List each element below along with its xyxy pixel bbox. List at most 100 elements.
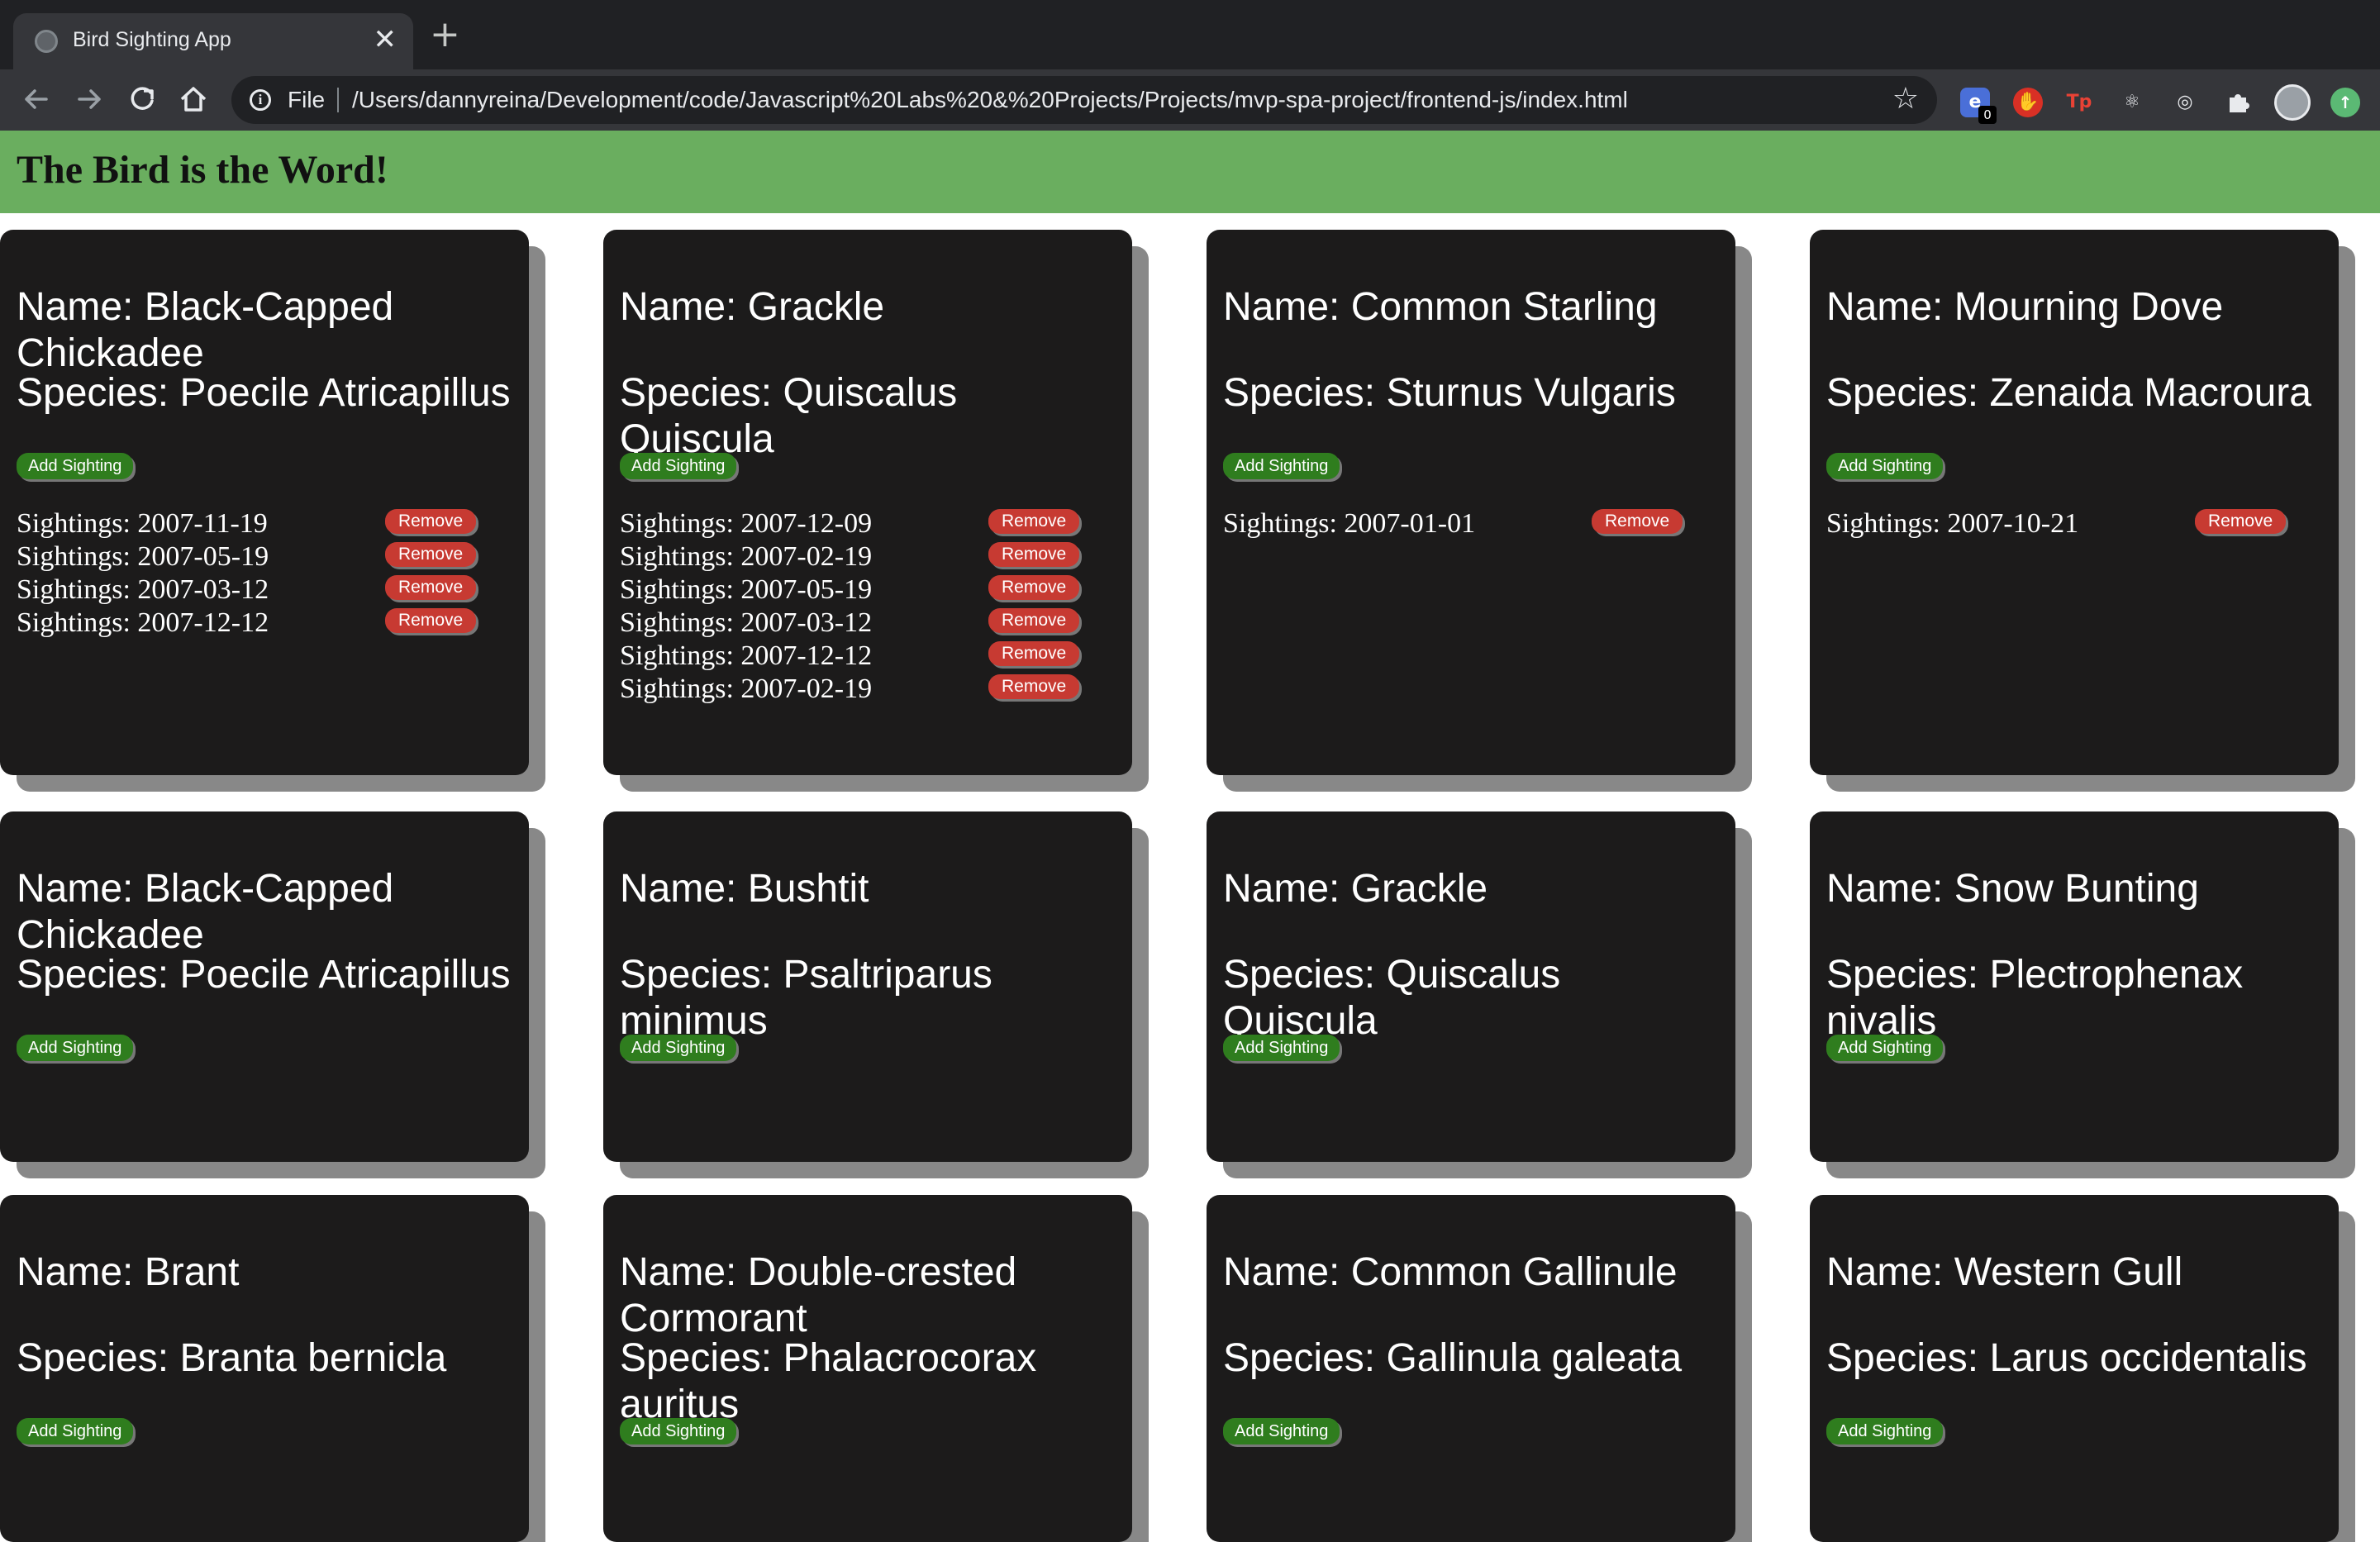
app-header: The Bird is the Word! xyxy=(0,131,2380,213)
add-sighting-button[interactable]: Add Sighting xyxy=(17,1418,134,1444)
remove-sighting-button[interactable]: Remove xyxy=(1592,509,1683,534)
add-sighting-button[interactable]: Add Sighting xyxy=(1826,453,1944,479)
puzzle-extensions-icon[interactable] xyxy=(2223,88,2253,117)
remove-sighting-button[interactable]: Remove xyxy=(385,575,477,600)
bird-card: Name: Common Starling Species: Sturnus Vu… xyxy=(1207,230,1735,775)
profile-avatar[interactable] xyxy=(2274,84,2311,121)
bird-name: Name: Bushtit xyxy=(620,867,869,911)
new-tab-icon[interactable]: + xyxy=(430,17,460,53)
forward-icon[interactable] xyxy=(71,81,107,117)
remove-sighting-button[interactable]: Remove xyxy=(988,674,1080,699)
globe-icon xyxy=(35,30,58,53)
sighting-row: Sightings: 2007-03-12 Remove xyxy=(620,607,1083,640)
sighting-row: Sightings: 2007-12-09 Remove xyxy=(620,507,1083,540)
sighting-date: Sightings: 2007-02-19 xyxy=(620,673,873,704)
back-icon[interactable] xyxy=(18,81,55,117)
bird-species: Species: Quiscalus Quiscula xyxy=(1223,953,1561,1043)
add-sighting-button[interactable]: Add Sighting xyxy=(620,453,737,479)
omnibox-divider xyxy=(337,88,339,112)
remove-sighting-button[interactable]: Remove xyxy=(2195,509,2287,534)
add-sighting-button[interactable]: Add Sighting xyxy=(1223,1418,1340,1444)
bird-species: Species: Zenaida Macroura xyxy=(1826,371,2311,415)
bird-name: Name: Black-Capped Chickadee xyxy=(17,285,394,375)
add-sighting-button[interactable]: Add Sighting xyxy=(620,1418,737,1444)
remove-sighting-button[interactable]: Remove xyxy=(988,509,1080,534)
sighting-date: Sightings: 2007-03-12 xyxy=(620,607,873,638)
bird-name: Name: Brant xyxy=(17,1250,240,1294)
add-sighting-button[interactable]: Add Sighting xyxy=(1223,453,1340,479)
bird-card: Name: Black-Capped Chickadee Species: Poe… xyxy=(0,230,529,775)
address-bar[interactable]: i File /Users/dannyreina/Development/cod… xyxy=(231,76,1937,124)
remove-sighting-button[interactable]: Remove xyxy=(988,542,1080,567)
close-tab-icon[interactable]: ✕ xyxy=(374,21,397,58)
info-icon[interactable]: i xyxy=(250,89,271,111)
bird-species: Species: Psaltriparus minimus xyxy=(620,953,992,1043)
tab-strip: Bird Sighting App ✕ + xyxy=(0,0,2380,69)
bird-name: Name: Common Gallinule xyxy=(1223,1250,1678,1294)
sighting-date: Sightings: 2007-05-19 xyxy=(620,574,873,605)
sighting-date: Sightings: 2007-03-12 xyxy=(17,574,269,605)
add-sighting-button[interactable]: Add Sighting xyxy=(620,1035,737,1061)
sighting-date: Sightings: 2007-10-21 xyxy=(1826,508,2079,539)
bird-species: Species: Larus occidentalis xyxy=(1826,1336,2307,1380)
sighting-row: Sightings: 2007-02-19 Remove xyxy=(620,540,1083,573)
update-arrow-icon[interactable]: ↑ xyxy=(2330,88,2360,117)
sighting-row: Sightings: 2007-12-12 Remove xyxy=(17,607,479,640)
sighting-date: Sightings: 2007-02-19 xyxy=(620,541,873,572)
sighting-row: Sightings: 2007-03-12 Remove xyxy=(17,573,479,607)
remove-sighting-button[interactable]: Remove xyxy=(385,542,477,567)
file-scheme-label: File xyxy=(288,87,326,112)
bird-species: Species: Quiscalus Quiscula xyxy=(620,371,958,461)
bird-species: Species: Poecile Atricapillus xyxy=(17,953,511,997)
reload-icon[interactable] xyxy=(124,81,160,117)
url-text[interactable]: /Users/dannyreina/Development/code/Javas… xyxy=(352,87,1628,113)
bird-name: Name: Mourning Dove xyxy=(1826,285,2224,329)
add-sighting-button[interactable]: Add Sighting xyxy=(1826,1418,1944,1444)
bird-card: Name: Common Gallinule Species: Gallinula… xyxy=(1207,1195,1735,1542)
target-extension-icon[interactable]: ◎ xyxy=(2170,88,2200,117)
sighting-date: Sightings: 2007-12-09 xyxy=(620,508,873,539)
sighting-date: Sightings: 2007-12-12 xyxy=(17,607,269,638)
remove-sighting-button[interactable]: Remove xyxy=(385,608,477,633)
sighting-date: Sightings: 2007-11-19 xyxy=(17,508,268,539)
browser-toolbar: i File /Users/dannyreina/Development/cod… xyxy=(0,69,2380,131)
sighting-date: Sightings: 2007-01-01 xyxy=(1223,508,1476,539)
extension-icon-1[interactable]: e0 xyxy=(1960,88,1997,124)
remove-sighting-button[interactable]: Remove xyxy=(385,509,477,534)
bird-name: Name: Double-crested Cormorant xyxy=(620,1250,1017,1340)
bird-species: Species: Sturnus Vulgaris xyxy=(1223,371,1676,415)
sighting-row: Sightings: 2007-01-01 Remove xyxy=(1223,507,1686,540)
remove-sighting-button[interactable]: Remove xyxy=(988,575,1080,600)
add-sighting-button[interactable]: Add Sighting xyxy=(17,1035,134,1061)
bird-name: Name: Grackle xyxy=(1223,867,1488,911)
remove-sighting-button[interactable]: Remove xyxy=(988,608,1080,633)
bird-card: Name: Double-crested Cormorant Species: P… xyxy=(603,1195,1132,1542)
sighting-row: Sightings: 2007-10-21 Remove xyxy=(1826,507,2289,540)
bird-species: Species: Gallinula galeata xyxy=(1223,1336,1683,1380)
bird-card: Name: Brant Species: Branta bernicla Add S… xyxy=(0,1195,529,1542)
tp-extension-icon[interactable]: Tp xyxy=(2064,88,2094,117)
home-icon[interactable] xyxy=(175,81,212,117)
bird-species: Species: Phalacrocorax auritus xyxy=(620,1336,1037,1426)
bird-card: Name: Snow Bunting Species: Plectrophenax… xyxy=(1810,811,2339,1162)
add-sighting-button[interactable]: Add Sighting xyxy=(17,453,134,479)
bird-card: Name: Mourning Dove Species: Zenaida Macr… xyxy=(1810,230,2339,775)
bookmark-star-icon[interactable]: ☆ xyxy=(1892,83,1919,116)
add-sighting-button[interactable]: Add Sighting xyxy=(1223,1035,1340,1061)
bird-card: Name: Grackle Species: Quiscalus Quiscula… xyxy=(603,230,1132,775)
stop-hand-extension-icon[interactable]: ✋ xyxy=(2013,88,2043,117)
bird-name: Name: Black-Capped Chickadee xyxy=(17,867,394,957)
sighting-row: Sightings: 2007-05-19 Remove xyxy=(620,573,1083,607)
bird-card: Name: Western Gull Species: Larus occiden… xyxy=(1810,1195,2339,1542)
bird-species: Species: Branta bernicla xyxy=(17,1336,447,1380)
bird-species: Species: Plectrophenax nivalis xyxy=(1826,953,2244,1043)
active-tab[interactable]: Bird Sighting App ✕ xyxy=(13,13,413,69)
page-title: The Bird is the Word! xyxy=(17,148,388,192)
sighting-row: Sightings: 2007-02-19 Remove xyxy=(620,673,1083,706)
sighting-row: Sightings: 2007-11-19 Remove xyxy=(17,507,479,540)
add-sighting-button[interactable]: Add Sighting xyxy=(1826,1035,1944,1061)
remove-sighting-button[interactable]: Remove xyxy=(988,641,1080,666)
sighting-date: Sightings: 2007-05-19 xyxy=(17,541,269,572)
react-devtools-icon[interactable]: ⚛ xyxy=(2117,88,2147,117)
bird-species: Species: Poecile Atricapillus xyxy=(17,371,511,415)
